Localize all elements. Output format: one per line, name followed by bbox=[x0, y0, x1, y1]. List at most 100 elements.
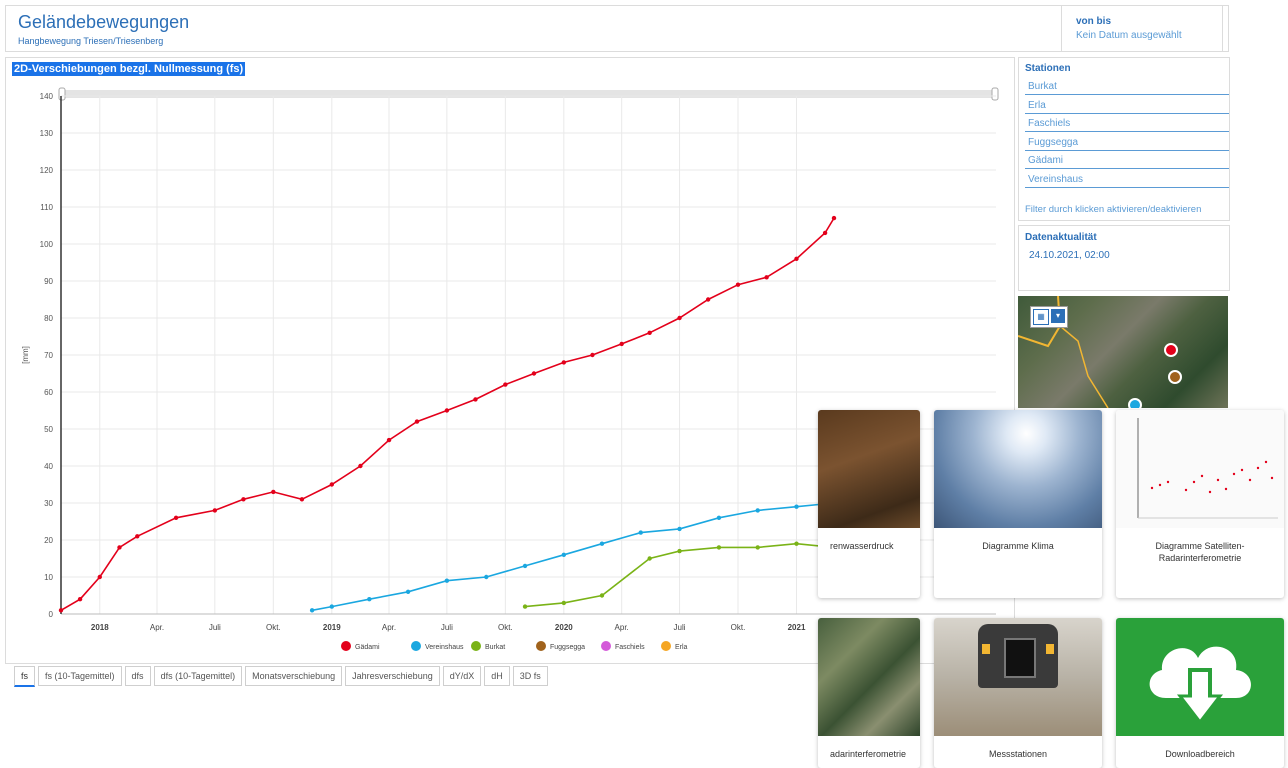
series-point-vereinshaus bbox=[329, 604, 335, 609]
x-tick-label: 2021 bbox=[788, 623, 806, 632]
series-point-gädami bbox=[135, 534, 140, 539]
series-line-gädami bbox=[60, 217, 835, 611]
card-radarinterferometrie[interactable]: adarinterferometrie bbox=[818, 618, 920, 768]
date-range-label: von bis bbox=[1076, 16, 1112, 27]
layers-icon[interactable]: ▦ bbox=[1033, 309, 1049, 325]
card-downloadbereich[interactable]: Downloadbereich bbox=[1116, 618, 1284, 768]
card-label: adarinterferometrie bbox=[830, 749, 907, 759]
x-tick-label: Juli bbox=[674, 623, 686, 632]
app-title: Geländebewegungen bbox=[18, 12, 190, 32]
series-point-vereinshaus bbox=[716, 515, 722, 520]
tab-3d-fs[interactable]: 3D fs bbox=[512, 666, 548, 686]
aerial-image bbox=[818, 618, 920, 736]
station-item-fuggsegga[interactable]: Fuggsegga bbox=[1025, 134, 1229, 151]
station-item-vereinshaus[interactable]: Vereinshaus bbox=[1025, 171, 1229, 188]
card-diagramme-klima[interactable]: Diagramme Klima bbox=[934, 410, 1102, 598]
series-point-gädami bbox=[212, 508, 218, 513]
stations-title: Stationen bbox=[1025, 63, 1071, 74]
card-label: Downloadbereich bbox=[1165, 749, 1235, 759]
series-point-gädami bbox=[444, 408, 450, 413]
x-tick-label: Juli bbox=[209, 623, 221, 632]
x-tick-label: Okt. bbox=[266, 623, 281, 632]
series-point-gädami bbox=[735, 282, 741, 287]
map-marker-gaedami[interactable] bbox=[1164, 343, 1178, 357]
map-layer-tool[interactable]: ▦ ▾ bbox=[1030, 306, 1068, 328]
card-satelliten-radarinterferometrie[interactable]: Diagramme Satelliten-Radarinterferometri… bbox=[1116, 410, 1284, 598]
range-slider-handle-right bbox=[991, 87, 999, 101]
app-header: Geländebewegungen Hangbewegung Triesen/T… bbox=[5, 5, 1229, 52]
soil-image bbox=[818, 410, 920, 528]
date-range-filter[interactable]: von bis Kein Datum ausgewählt bbox=[1061, 6, 1223, 51]
series-point-gädami bbox=[822, 230, 828, 236]
filter-hint: Filter durch klicken aktivieren/deaktivi… bbox=[1025, 204, 1202, 215]
chevron-down-icon[interactable]: ▾ bbox=[1051, 309, 1065, 323]
app-subtitle: Hangbewegung Triesen/Triesenberg bbox=[18, 36, 164, 46]
y-axis-label: [mm] bbox=[21, 346, 30, 364]
y-tick-label: 140 bbox=[40, 92, 54, 101]
x-tick-label: 2020 bbox=[555, 623, 573, 632]
x-tick-label: Juli bbox=[441, 623, 453, 632]
tab-dfs[interactable]: dfs bbox=[124, 666, 151, 686]
map-marker-fuggsegga[interactable] bbox=[1168, 370, 1182, 384]
x-tick-label: Okt. bbox=[498, 623, 513, 632]
legend-marker-faschiels bbox=[601, 641, 611, 651]
y-tick-label: 10 bbox=[44, 573, 53, 582]
card-porenwasserdruck[interactable]: renwasserdruck bbox=[818, 410, 920, 598]
map-marker-vereinshaus[interactable] bbox=[1128, 398, 1142, 408]
tab-dh[interactable]: dH bbox=[484, 666, 510, 686]
tab-dfs-10-tagemittel[interactable]: dfs (10-Tagemittel) bbox=[153, 666, 243, 686]
series-point-vereinshaus bbox=[405, 589, 411, 594]
series-point-gädami bbox=[271, 489, 276, 495]
card-label: Messstationen bbox=[988, 749, 1048, 759]
y-tick-label: 60 bbox=[44, 388, 53, 397]
series-point-vereinshaus bbox=[561, 552, 567, 557]
series-point-gädami bbox=[58, 608, 64, 613]
y-tick-label: 40 bbox=[44, 462, 53, 471]
tab-dy-dx[interactable]: dY/dX bbox=[442, 666, 482, 686]
y-tick-label: 50 bbox=[44, 425, 53, 434]
date-range-value[interactable]: Kein Datum ausgewählt bbox=[1076, 30, 1182, 41]
y-tick-label: 100 bbox=[40, 240, 54, 249]
y-tick-label: 120 bbox=[40, 166, 54, 175]
series-point-gädami bbox=[97, 574, 102, 580]
gnss-device-image bbox=[934, 618, 1102, 736]
y-tick-label: 110 bbox=[40, 203, 53, 212]
legend-marker-vereinshaus bbox=[411, 641, 421, 651]
station-item-erla[interactable]: Erla bbox=[1025, 97, 1229, 114]
series-point-gädami bbox=[561, 360, 567, 365]
series-point-gädami bbox=[414, 419, 420, 424]
download-cloud-image bbox=[1116, 618, 1284, 736]
series-point-gädami bbox=[647, 330, 652, 335]
x-tick-label: Apr. bbox=[382, 623, 396, 632]
tab-jahresverschiebung[interactable]: Jahresverschiebung bbox=[345, 666, 440, 686]
series-point-burkat bbox=[599, 593, 605, 598]
series-point-burkat bbox=[677, 548, 682, 554]
series-point-gädami bbox=[677, 315, 682, 321]
tab-monatsverschiebung[interactable]: Monatsverschiebung bbox=[245, 666, 343, 686]
series-point-gädami bbox=[358, 463, 363, 469]
tab-fs[interactable]: fs bbox=[14, 666, 36, 687]
station-item-gädami[interactable]: Gädami bbox=[1025, 152, 1229, 169]
series-point-gädami bbox=[531, 371, 537, 376]
series-point-vereinshaus bbox=[522, 563, 528, 569]
y-tick-label: 70 bbox=[44, 351, 53, 360]
card-messstationen[interactable]: Messstationen bbox=[934, 618, 1102, 768]
series-point-vereinshaus bbox=[309, 608, 315, 613]
series-point-burkat bbox=[647, 556, 652, 561]
legend-label-faschiels: Faschiels bbox=[615, 644, 645, 651]
series-point-gädami bbox=[329, 482, 335, 487]
legend-marker-fuggsegga bbox=[536, 641, 546, 651]
series-point-gädami bbox=[619, 341, 624, 347]
x-tick-label: Apr. bbox=[150, 623, 164, 632]
series-point-vereinshaus bbox=[367, 597, 372, 602]
station-item-burkat[interactable]: Burkat bbox=[1025, 78, 1229, 95]
x-tick-label: Apr. bbox=[615, 623, 629, 632]
legend-label-gädami: Gädami bbox=[355, 644, 380, 651]
series-point-gädami bbox=[590, 352, 595, 358]
overview-map[interactable]: ▦ ▾ bbox=[1018, 296, 1228, 408]
series-point-gädami bbox=[241, 497, 246, 502]
station-item-faschiels[interactable]: Faschiels bbox=[1025, 115, 1229, 132]
tab-fs-10-tagemittel[interactable]: fs (10-Tagemittel) bbox=[38, 666, 122, 686]
series-point-gädami bbox=[503, 382, 508, 387]
legend-label-erla: Erla bbox=[675, 644, 688, 651]
